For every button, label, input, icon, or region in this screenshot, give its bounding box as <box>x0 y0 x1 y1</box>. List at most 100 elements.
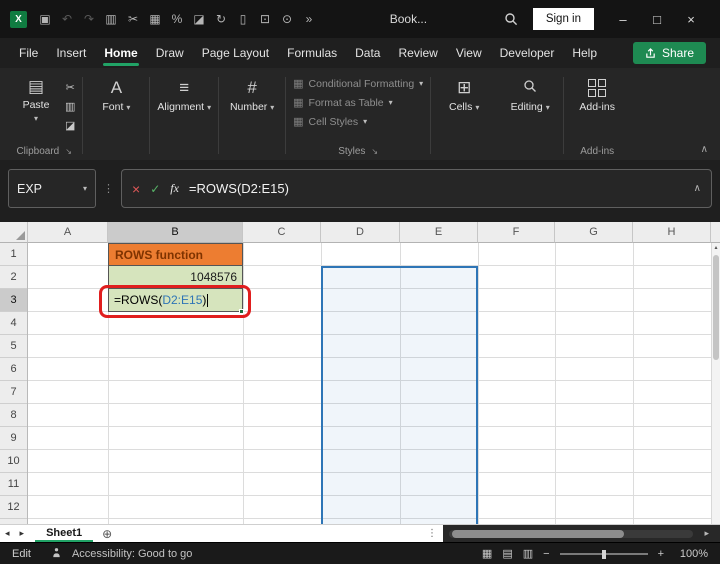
col-header-d[interactable]: D <box>321 222 400 243</box>
zoom-slider[interactable] <box>559 548 648 560</box>
horizontal-scrollbar-track[interactable] <box>449 529 694 538</box>
row-header-12[interactable]: 12 <box>0 496 27 519</box>
conditional-formatting-button[interactable]: ▦ Conditional Formatting ▾ <box>293 77 423 91</box>
normal-view-icon[interactable]: ▦ <box>482 547 492 560</box>
tab-developer[interactable]: Developer <box>491 38 564 68</box>
percent-style-icon[interactable]: % <box>166 12 188 26</box>
cells-group-button[interactable]: ⊞ Cells ▾ <box>438 75 490 114</box>
name-box-chevron-icon[interactable]: ▾ <box>83 184 87 193</box>
formula-bar-drag-dots-icon[interactable]: ⋮ <box>103 169 114 208</box>
cut-button[interactable]: ✂ <box>65 81 75 94</box>
tab-view[interactable]: View <box>447 38 491 68</box>
col-header-b[interactable]: B <box>108 222 243 243</box>
paste-button[interactable]: ▤ Paste ▾ <box>13 75 59 124</box>
zoom-in-button[interactable]: + <box>658 548 664 560</box>
sheet-nav-left-icon[interactable]: ◂ <box>0 528 15 539</box>
vertical-scrollbar[interactable]: ▴ <box>711 243 720 524</box>
minimize-button[interactable]: – <box>606 12 640 27</box>
col-header-f[interactable]: F <box>478 222 555 243</box>
col-header-a[interactable]: A <box>28 222 108 243</box>
cell-styles-button[interactable]: ▦ Cell Styles ▾ <box>293 115 423 129</box>
number-icon: # <box>247 78 257 97</box>
col-header-c[interactable]: C <box>243 222 321 243</box>
accessibility-status[interactable]: Accessibility: Good to go <box>72 548 192 560</box>
horizontal-scrollbar-thumb[interactable] <box>452 529 624 538</box>
collapse-ribbon-icon[interactable]: ∧ <box>701 144 708 155</box>
page-break-view-icon[interactable]: ▥ <box>523 547 533 560</box>
editing-group-button[interactable]: Editing ▾ <box>504 75 556 113</box>
col-header-e[interactable]: E <box>400 222 478 243</box>
tab-help[interactable]: Help <box>563 38 606 68</box>
styles-dialog-launcher-icon[interactable]: ↘ <box>371 147 378 156</box>
row-header-6[interactable]: 6 <box>0 358 27 381</box>
expand-formula-bar-icon[interactable]: ∧ <box>694 183 701 194</box>
camera-icon[interactable]: ⊙ <box>276 12 298 26</box>
hscroll-right-icon[interactable]: ▸ <box>699 528 714 539</box>
copy-book-icon[interactable]: ▥ <box>100 12 122 26</box>
vertical-scrollbar-thumb[interactable] <box>713 255 719 360</box>
new-sheet-button[interactable]: ⊕ <box>102 527 112 541</box>
tab-insert[interactable]: Insert <box>47 38 95 68</box>
zoom-slider-thumb[interactable] <box>601 549 606 559</box>
enter-icon[interactable]: ✓ <box>150 182 160 196</box>
col-header-h[interactable]: H <box>633 222 711 243</box>
copy-button[interactable]: ▥ <box>65 100 75 113</box>
row-header-5[interactable]: 5 <box>0 335 27 358</box>
row-header-10[interactable]: 10 <box>0 450 27 473</box>
tab-review[interactable]: Review <box>389 38 446 68</box>
tab-draw[interactable]: Draw <box>147 38 193 68</box>
page-layout-view-icon[interactable]: ▤ <box>502 547 512 560</box>
formula-input[interactable]: × ✓ fx =ROWS(D2:E15) ∧ <box>121 169 712 208</box>
share-button[interactable]: Share <box>632 42 706 64</box>
save-icon[interactable]: ▣ <box>34 12 56 26</box>
maximize-button[interactable]: □ <box>640 12 674 27</box>
row-header-2[interactable]: 2 <box>0 266 27 289</box>
tab-file[interactable]: File <box>10 38 47 68</box>
number-group-button[interactable]: # Number ▾ <box>226 75 278 114</box>
row-header-4[interactable]: 4 <box>0 312 27 335</box>
scroll-up-icon[interactable]: ▴ <box>712 244 720 251</box>
excel-app-icon[interactable]: X <box>10 10 27 28</box>
name-box[interactable]: EXP ▾ <box>8 169 96 208</box>
cell-b1[interactable]: ROWS function <box>108 243 243 266</box>
add-ins-button[interactable]: Add-ins <box>571 75 623 113</box>
row-header-3[interactable]: 3 <box>0 289 27 312</box>
search-icon[interactable] <box>497 12 525 26</box>
row-header-1[interactable]: 1 <box>0 243 27 266</box>
qat-overflow-icon[interactable]: » <box>298 12 320 26</box>
close-button[interactable]: × <box>674 12 708 27</box>
new-document-icon[interactable]: ▯ <box>232 12 254 26</box>
sheet-cells[interactable]: ROWS function 1048576 =ROWS(D2:E15) <box>28 243 711 524</box>
zoom-level[interactable]: 100% <box>674 548 708 560</box>
row-header-11[interactable]: 11 <box>0 473 27 496</box>
horizontal-scrollbar[interactable]: ▸ <box>443 525 720 542</box>
font-group-button[interactable]: A Font ▾ <box>90 75 142 114</box>
zoom-out-button[interactable]: − <box>543 548 549 560</box>
row-header-8[interactable]: 8 <box>0 404 27 427</box>
formula-text[interactable]: =ROWS(D2:E15) <box>189 181 289 196</box>
row-header-9[interactable]: 9 <box>0 427 27 450</box>
tab-split-dots-icon[interactable]: ⋮ <box>421 528 443 539</box>
undo-history-icon[interactable]: ↻ <box>210 12 232 26</box>
insert-function-icon[interactable]: fx <box>170 181 179 196</box>
picture-icon[interactable]: ▦ <box>144 12 166 26</box>
highlighted-range-d2-e15[interactable] <box>321 266 478 524</box>
cut-icon[interactable]: ✂ <box>122 12 144 26</box>
tab-data[interactable]: Data <box>346 38 389 68</box>
sheet-nav-right-icon[interactable]: ▸ <box>15 528 30 539</box>
format-as-table-button[interactable]: ▦ Format as Table ▾ <box>293 96 423 110</box>
sign-in-button[interactable]: Sign in <box>532 8 594 30</box>
select-all-corner[interactable] <box>0 222 28 243</box>
tab-home[interactable]: Home <box>95 38 146 68</box>
stamp-icon[interactable]: ⊡ <box>254 12 276 26</box>
alignment-group-button[interactable]: ≡ Alignment ▾ <box>157 75 211 114</box>
sheet-tab-sheet1[interactable]: Sheet1 <box>35 525 94 542</box>
col-header-g[interactable]: G <box>555 222 633 243</box>
tab-formulas[interactable]: Formulas <box>278 38 346 68</box>
row-header-7[interactable]: 7 <box>0 381 27 404</box>
cancel-icon[interactable]: × <box>132 181 140 197</box>
tab-page-layout[interactable]: Page Layout <box>193 38 278 68</box>
format-painter-button[interactable]: ◪ <box>65 119 75 132</box>
clipboard-dialog-launcher-icon[interactable]: ↘ <box>65 147 72 156</box>
format-painter-icon[interactable]: ◪ <box>188 12 210 26</box>
